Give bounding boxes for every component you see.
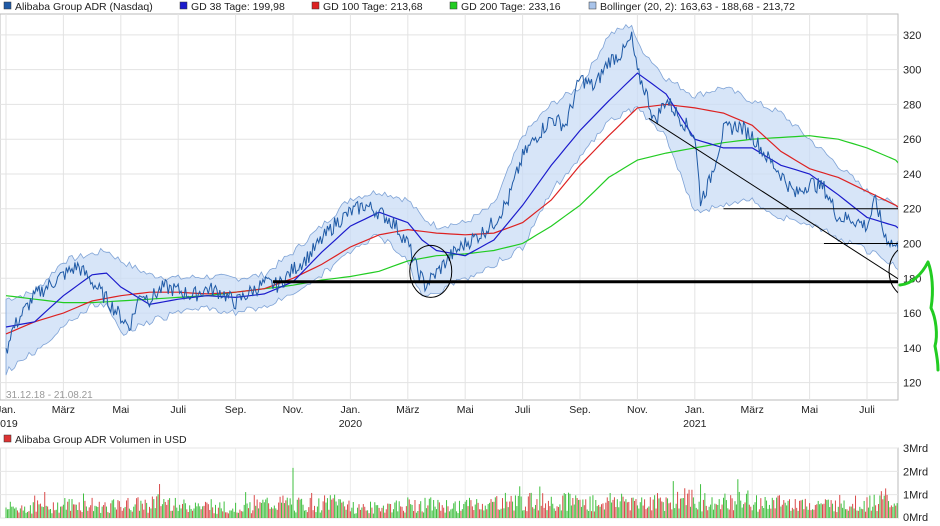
vol-tick-label: 3Mrd bbox=[903, 443, 928, 455]
volume-legend-label: Alibaba Group ADR Volumen in USD bbox=[15, 434, 187, 446]
legend-item-label: Alibaba Group ADR (Nasdaq) bbox=[15, 1, 153, 13]
legend-swatch bbox=[311, 1, 320, 10]
x-tick-label: Mai bbox=[112, 404, 129, 416]
y-tick-label: 300 bbox=[903, 65, 921, 77]
stock-chart: Alibaba Group ADR (Nasdaq) GD 38 Tage: 19… bbox=[0, 1, 940, 524]
vol-tick-label: 0Mrd bbox=[903, 512, 928, 524]
legend-swatch bbox=[179, 1, 188, 10]
x-tick-label: Nov. bbox=[627, 404, 648, 416]
y-tick-label: 260 bbox=[903, 134, 921, 146]
x-tick-label: Juli bbox=[170, 404, 186, 416]
volume-y-axis: 0Mrd 1Mrd 2Mrd 3Mrd bbox=[903, 443, 928, 524]
legend-swatch bbox=[588, 1, 597, 10]
x-tick-label: Mai bbox=[457, 404, 474, 416]
x-year-label: 2021 bbox=[683, 418, 707, 430]
x-tick-label: März bbox=[52, 404, 75, 416]
y-tick-label: 120 bbox=[903, 378, 921, 390]
x-year-label: 2019 bbox=[0, 418, 18, 430]
y-tick-label: 140 bbox=[903, 343, 921, 355]
date-range-label: 31.12.18 - 21.08.21 bbox=[6, 390, 93, 401]
y-tick-label: 160 bbox=[903, 308, 921, 320]
y-tick-label: 320 bbox=[903, 30, 921, 42]
vol-tick-label: 2Mrd bbox=[903, 466, 928, 478]
y-tick-label: 220 bbox=[903, 204, 921, 216]
x-tick-label: Jan. bbox=[0, 404, 16, 416]
legend-swatch bbox=[449, 1, 458, 10]
x-axis: Jan. 2019 März Mai Juli Sep. Nov. Jan. 2020 März M… bbox=[0, 404, 875, 430]
x-year-label: 2020 bbox=[339, 418, 363, 430]
x-tick-label: Nov. bbox=[283, 404, 304, 416]
legend-item-label: GD 100 Tage: 213,68 bbox=[323, 1, 423, 13]
x-tick-label: Sep. bbox=[225, 404, 247, 416]
x-tick-label: Jan. bbox=[340, 404, 360, 416]
x-tick-label: März bbox=[741, 404, 764, 416]
volume-legend: Alibaba Group ADR Volumen in USD bbox=[3, 434, 187, 446]
vol-tick-label: 1Mrd bbox=[903, 490, 928, 502]
x-tick-label: Sep. bbox=[569, 404, 591, 416]
legend-item-label: GD 200 Tage: 233,16 bbox=[461, 1, 561, 13]
y-tick-label: 280 bbox=[903, 99, 921, 111]
legend-item-label: GD 38 Tage: 199,98 bbox=[191, 1, 285, 13]
legend: Alibaba Group ADR (Nasdaq) GD 38 Tage: 19… bbox=[3, 1, 795, 13]
legend-swatch bbox=[3, 1, 12, 10]
legend-item-label: Bollinger (20, 2): 163,63 - 188,68 - 213… bbox=[600, 1, 795, 13]
x-tick-label: Mai bbox=[801, 404, 818, 416]
y-tick-label: 200 bbox=[903, 239, 921, 251]
price-y-axis: 120140160180200220240260280300320 bbox=[903, 30, 921, 390]
x-tick-label: Juli bbox=[859, 404, 875, 416]
x-tick-label: März bbox=[396, 404, 419, 416]
y-tick-label: 240 bbox=[903, 169, 921, 181]
x-tick-label: Jan. bbox=[685, 404, 705, 416]
x-tick-label: Juli bbox=[515, 404, 531, 416]
